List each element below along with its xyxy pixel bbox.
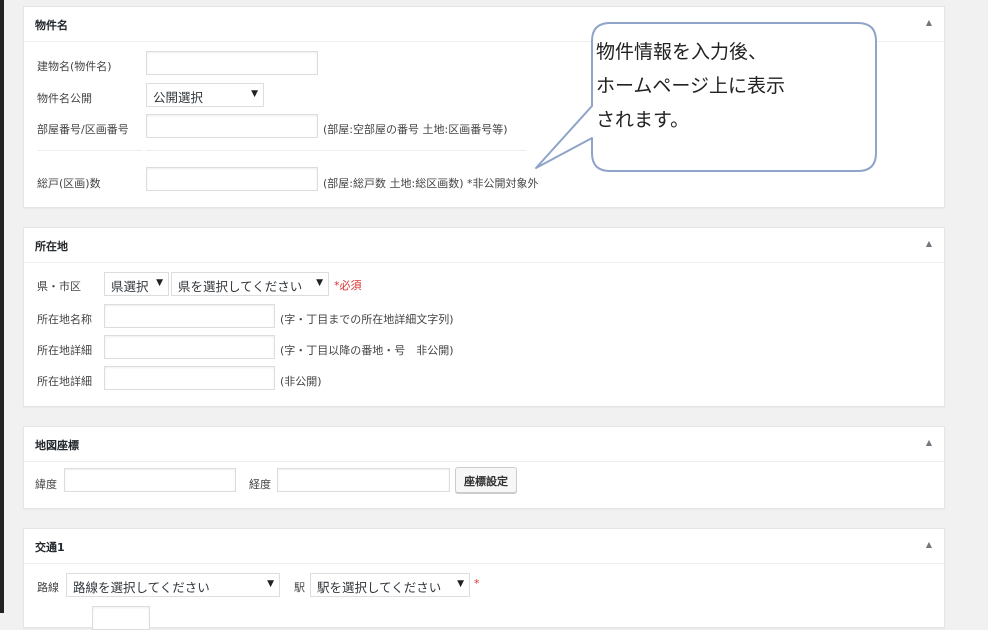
- required-mark: *必須: [334, 279, 362, 292]
- line-label: 路線: [37, 581, 59, 594]
- panel-title: 地図座標: [35, 439, 79, 452]
- triangle-down-icon: ▼: [267, 579, 274, 589]
- callout-line: されます。: [596, 109, 690, 131]
- panel-header[interactable]: 交通1 ▲: [24, 529, 944, 564]
- units-input[interactable]: [146, 167, 318, 191]
- publish-select[interactable]: 公開選択 ▼: [146, 83, 264, 107]
- building-name-label: 建物名(物件名): [37, 60, 112, 73]
- admin-left-edge: [0, 0, 4, 613]
- triangle-down-icon: ▼: [156, 278, 163, 288]
- triangle-down-icon: ▼: [457, 579, 464, 589]
- callout-line: 物件情報を入力後、: [596, 41, 768, 63]
- address-name-note: (字・丁目までの所在地詳細文字列): [280, 313, 454, 326]
- city-select[interactable]: 県を選択してください ▼: [171, 272, 329, 296]
- triangle-up-icon[interactable]: ▲: [926, 239, 932, 248]
- panel-header[interactable]: 所在地 ▲: [24, 228, 944, 263]
- address-detail2-input[interactable]: [104, 366, 275, 390]
- address-detail-label: 所在地詳細: [37, 344, 92, 357]
- triangle-up-icon[interactable]: ▲: [926, 540, 932, 549]
- address-detail2-note: (非公開): [280, 375, 322, 388]
- address-name-input[interactable]: [104, 304, 275, 328]
- triangle-down-icon: ▼: [251, 89, 258, 99]
- pref-select[interactable]: 県選択 ▼: [104, 272, 169, 296]
- required-mark: *: [474, 577, 480, 590]
- publish-select-value: 公開選択: [153, 90, 204, 105]
- units-note: (部屋:総戸数 土地:総区画数) *非公開対象外: [323, 177, 539, 190]
- panel-header[interactable]: 地図座標 ▲: [24, 427, 944, 462]
- divider: [146, 150, 526, 151]
- lat-label: 緯度: [35, 478, 57, 491]
- station-label: 駅: [294, 581, 305, 594]
- lat-input[interactable]: [64, 468, 236, 492]
- panel-location: 所在地 ▲ 県・市区 県選択 ▼ 県を選択してください ▼ *必須 所在地名称 …: [23, 227, 945, 407]
- panel-title: 所在地: [35, 240, 68, 253]
- line-select-value: 路線を選択してください: [73, 580, 210, 595]
- address-detail-note: (字・丁目以降の番地・号 非公開): [280, 344, 454, 357]
- callout-line: ホームページ上に表示: [596, 75, 786, 97]
- station-select-value: 駅を選択してください: [317, 580, 442, 595]
- address-detail-input[interactable]: [104, 335, 275, 359]
- room-number-label: 部屋番号/区画番号: [37, 123, 129, 136]
- lng-input[interactable]: [277, 468, 450, 492]
- pref-label: 県・市区: [37, 280, 81, 293]
- triangle-up-icon[interactable]: ▲: [926, 18, 932, 27]
- building-name-input[interactable]: [146, 51, 318, 75]
- line-select[interactable]: 路線を選択してください ▼: [66, 573, 280, 597]
- address-name-label: 所在地名称: [37, 313, 92, 326]
- room-number-input[interactable]: [146, 114, 318, 138]
- publish-label: 物件名公開: [37, 92, 92, 105]
- pref-select-value: 県選択: [111, 279, 149, 294]
- callout-text: 物件情報を入力後、 ホームページ上に表示 されます。: [596, 35, 866, 137]
- panel-transport: 交通1 ▲ 路線 路線を選択してください ▼ 駅 駅を選択してください ▼ *: [23, 528, 945, 630]
- triangle-down-icon: ▼: [316, 278, 323, 288]
- units-label: 総戸(区画)数: [37, 177, 101, 190]
- divider: [37, 150, 142, 151]
- city-select-value: 県を選択してください: [178, 279, 303, 294]
- transport-sub-input[interactable]: [92, 606, 150, 630]
- panel-title: 交通1: [35, 541, 65, 554]
- station-select[interactable]: 駅を選択してください ▼: [310, 573, 470, 597]
- set-coordinates-button[interactable]: 座標設定: [455, 467, 517, 493]
- lng-label: 経度: [249, 478, 271, 491]
- panel-map: 地図座標 ▲ 緯度 経度 座標設定: [23, 426, 945, 509]
- address-detail2-label: 所在地詳細: [37, 375, 92, 388]
- triangle-up-icon[interactable]: ▲: [926, 438, 932, 447]
- room-number-note: (部屋:空部屋の番号 土地:区画番号等): [323, 123, 508, 136]
- panel-title: 物件名: [35, 19, 68, 32]
